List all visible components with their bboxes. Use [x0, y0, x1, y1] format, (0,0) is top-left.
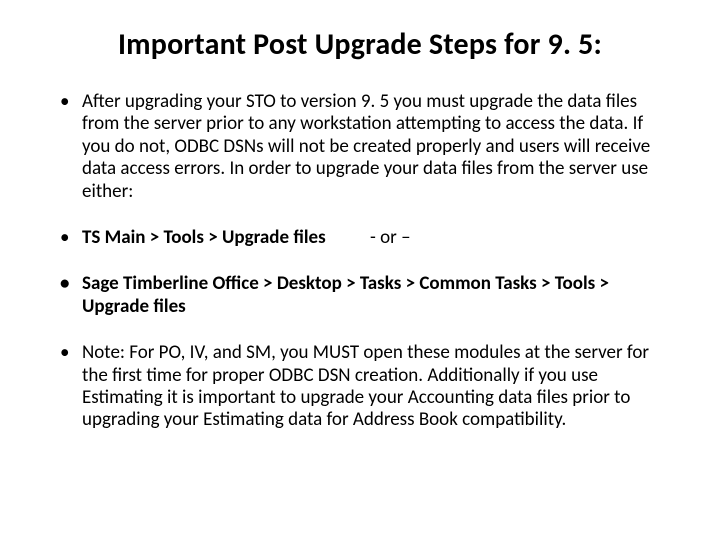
- list-item: After upgrading your STO to version 9. 5…: [60, 91, 670, 203]
- bullet-list: After upgrading your STO to version 9. 5…: [40, 91, 680, 432]
- list-item: Sage Timberline Office > Desktop > Tasks…: [60, 273, 670, 318]
- menu-path: TS Main > Tools > Upgrade files: [82, 226, 326, 249]
- list-item: Note: For PO, IV, and SM, you MUST open …: [60, 342, 670, 432]
- or-separator: - or –: [370, 226, 411, 249]
- page-title: Important Post Upgrade Steps for 9. 5:: [40, 26, 680, 63]
- list-item: TS Main > Tools > Upgrade files - or –: [60, 227, 670, 249]
- slide: Important Post Upgrade Steps for 9. 5: A…: [0, 0, 720, 540]
